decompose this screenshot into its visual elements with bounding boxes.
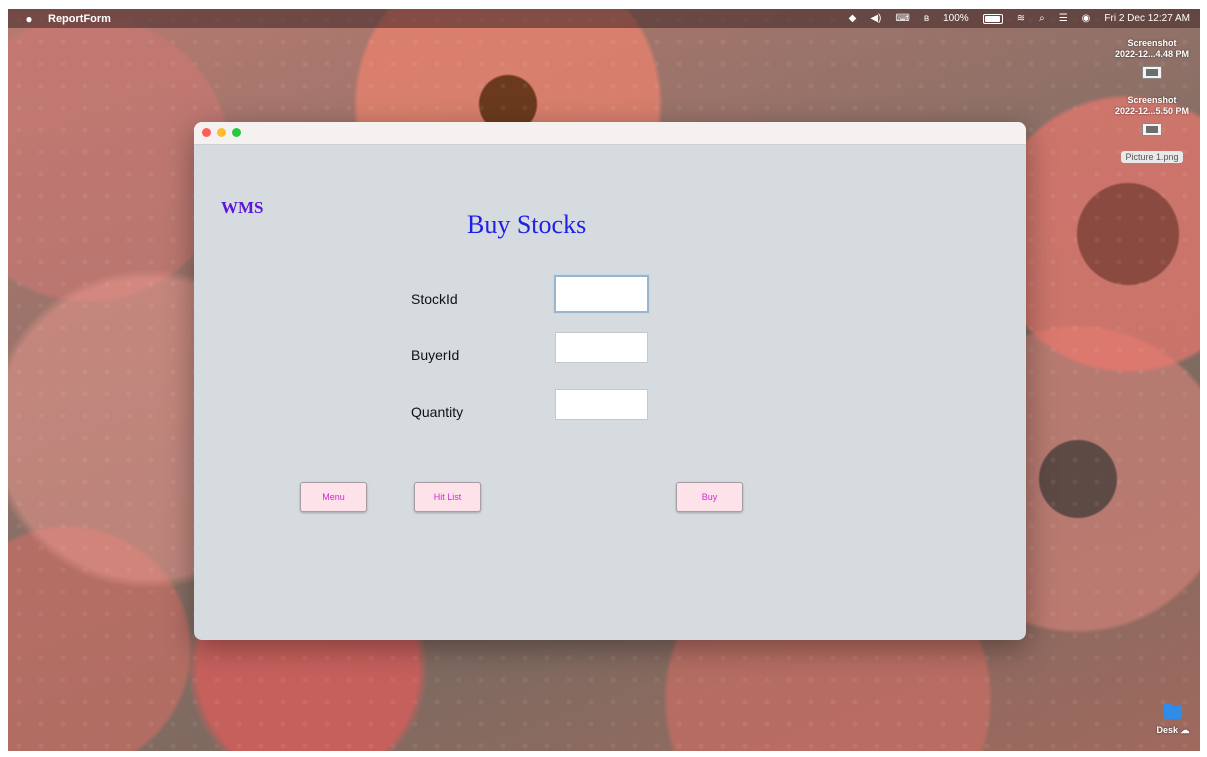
minimize-window-button[interactable] (217, 128, 226, 137)
quantity-field[interactable] (555, 389, 648, 420)
buyerid-field[interactable] (555, 332, 648, 363)
window-titlebar[interactable] (194, 122, 1026, 145)
keyboard-icon[interactable]: ⌨ (895, 13, 909, 24)
menu-datetime[interactable]: Fri 2 Dec 12:27 AM (1104, 13, 1190, 24)
desktop-file-label-line1: Screenshot (1127, 95, 1177, 105)
battery-icon[interactable] (982, 13, 1003, 24)
buyerid-label: BuyerId (411, 347, 460, 363)
image-file-icon (1142, 66, 1162, 79)
control-center-icon[interactable]: ☰ (1059, 13, 1068, 24)
siri-icon[interactable]: ◉ (1082, 13, 1091, 24)
app-logo: WMS (221, 198, 264, 217)
elephant-icon[interactable]: ◆ (849, 13, 857, 24)
volume-icon[interactable]: ◀) (870, 13, 881, 24)
hit-list-button[interactable]: Hit List (414, 482, 481, 512)
desktop-folder-desk[interactable]: Desk ☁ (1150, 703, 1196, 736)
menu-status-area: ◆ ◀) ⌨ ʙ 100% ≋ ⌕ ☰ ◉ Fri 2 Dec 12:27 AM (849, 13, 1190, 24)
bluetooth-icon[interactable]: ʙ (924, 13, 929, 24)
battery-percent: 100% (943, 13, 969, 24)
wifi-icon[interactable]: ≋ (1017, 13, 1025, 24)
menu-bar: ● ReportForm ◆ ◀) ⌨ ʙ 100% ≋ ⌕ ☰ ◉ Fri 2… (8, 9, 1200, 28)
desktop-file-label-line1: Screenshot (1127, 38, 1177, 48)
image-file-icon (1142, 123, 1162, 136)
menu-app-name[interactable]: ReportForm (48, 13, 111, 25)
page-title: Buy Stocks (467, 210, 587, 239)
stockid-field[interactable] (554, 275, 649, 313)
stockid-label: StockId (411, 291, 458, 307)
desktop-file-screenshot-2[interactable]: Screenshot 2022-12...5.50 PM (1112, 95, 1192, 139)
apple-icon[interactable]: ● (22, 12, 36, 26)
desktop-file-label-line2: 2022-12...5.50 PM (1114, 106, 1190, 116)
buy-button[interactable]: Buy (676, 482, 743, 512)
zoom-window-button[interactable] (232, 128, 241, 137)
close-window-button[interactable] (202, 128, 211, 137)
desktop-file-picture[interactable]: Picture 1.png (1112, 151, 1192, 163)
menu-button[interactable]: Menu (300, 482, 367, 512)
desktop-file-screenshot-1[interactable]: Screenshot 2022-12...4.48 PM (1112, 38, 1192, 82)
desktop-file-label-line2: 2022-12...4.48 PM (1114, 49, 1190, 59)
app-window: WMS Buy Stocks StockId BuyerId Quantity … (194, 122, 1026, 640)
search-icon[interactable]: ⌕ (1039, 13, 1045, 24)
desktop-file-label: Picture 1.png (1121, 151, 1183, 163)
quantity-label: Quantity (411, 404, 464, 420)
icloud-icon: ☁ (1180, 725, 1190, 735)
desktop-folder-label: Desk (1156, 725, 1178, 735)
folder-icon (1164, 703, 1182, 719)
